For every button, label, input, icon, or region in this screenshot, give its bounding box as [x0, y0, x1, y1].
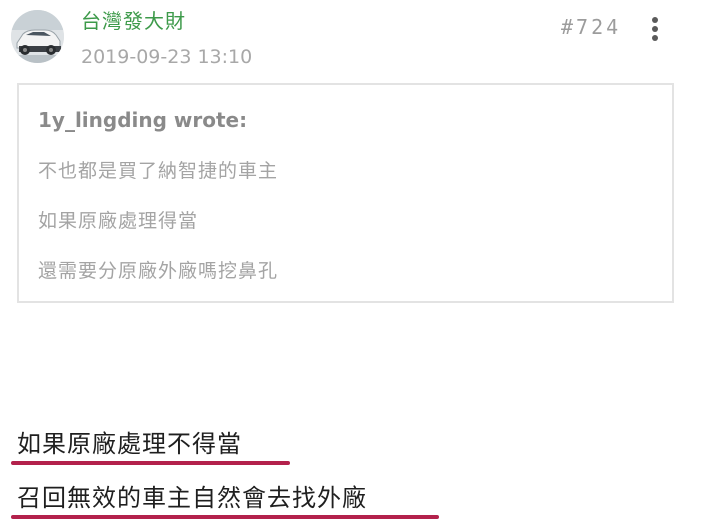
post-floor-number: #724 — [561, 15, 622, 39]
post-timestamp: 2019-09-23 13:10 — [81, 46, 253, 68]
quote-line: 還需要分原廠外廠嗎挖鼻孔 — [38, 260, 279, 282]
quote-line: 如果原廠處理得當 — [38, 210, 199, 232]
quote-line: 不也都是買了納智捷的車主 — [38, 160, 279, 182]
quote-block: 1y_lingding wrote: 不也都是買了納智捷的車主 如果原廠處理得當… — [17, 83, 674, 303]
car-avatar-icon — [11, 10, 64, 63]
underline-mark — [11, 461, 290, 465]
reply-line: 召回無效的車主自然會去找外廠 — [17, 484, 367, 512]
underline-mark — [11, 515, 439, 519]
user-avatar[interactable] — [11, 10, 64, 63]
reply-line: 如果原廠處理不得當 — [17, 430, 242, 458]
more-options-button[interactable] — [638, 12, 672, 46]
post-author-name[interactable]: 台灣發大財 — [81, 8, 186, 34]
quote-author: 1y_lingding wrote: — [38, 108, 248, 132]
forum-post: 台灣發大財 2019-09-23 13:10 #724 1y_lingding … — [0, 0, 720, 530]
